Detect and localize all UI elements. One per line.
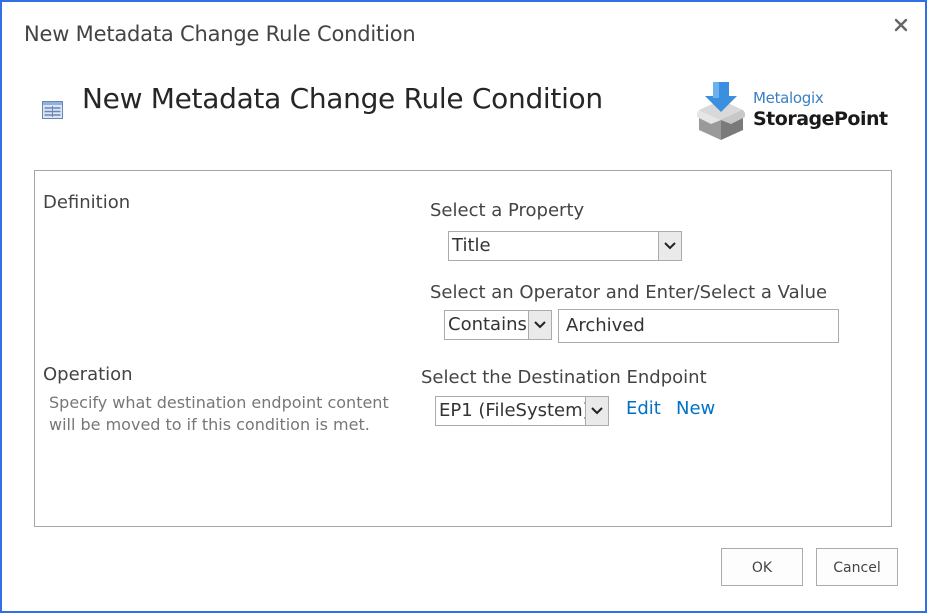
close-button[interactable] xyxy=(891,14,911,36)
endpoint-select[interactable]: EP1 (FileSystem) xyxy=(435,396,609,426)
operator-select[interactable]: Contains xyxy=(444,310,552,340)
operation-heading: Operation xyxy=(43,364,133,385)
chevron-down-icon[interactable] xyxy=(528,311,551,339)
operator-label: Select an Operator and Enter/Select a Va… xyxy=(430,282,828,303)
operation-description-line2: will be moved to if this condition is me… xyxy=(49,415,370,434)
property-label: Select a Property xyxy=(430,200,585,221)
endpoint-label: Select the Destination Endpoint xyxy=(421,367,707,388)
list-form-icon xyxy=(42,101,63,119)
endpoint-selected-value: EP1 (FileSystem) xyxy=(439,400,590,421)
property-select[interactable]: Title xyxy=(448,231,682,261)
edit-endpoint-link[interactable]: Edit xyxy=(626,398,661,419)
logo-product: StoragePoint xyxy=(753,108,888,130)
operation-description-line1: Specify what destination endpoint conten… xyxy=(49,393,389,412)
dialog-window: New Metadata Change Rule Condition New M… xyxy=(0,0,927,613)
close-icon xyxy=(894,18,908,32)
condition-value-input[interactable]: Archived xyxy=(558,309,839,343)
definition-heading: Definition xyxy=(43,192,131,213)
dialog-title: New Metadata Change Rule Condition xyxy=(24,22,416,46)
chevron-down-icon[interactable] xyxy=(585,397,608,425)
cancel-button[interactable]: Cancel xyxy=(816,548,898,586)
ok-button[interactable]: OK xyxy=(721,548,803,586)
page-title: New Metadata Change Rule Condition xyxy=(82,82,603,115)
storagepoint-logo: Metalogix StoragePoint xyxy=(697,80,888,142)
chevron-down-icon[interactable] xyxy=(658,232,681,260)
operation-description: Specify what destination endpoint conten… xyxy=(49,392,389,436)
new-endpoint-link[interactable]: New xyxy=(676,398,715,419)
operator-selected-value: Contains xyxy=(448,314,527,335)
property-selected-value: Title xyxy=(452,235,491,256)
form-panel: Definition Select a Property Title Selec… xyxy=(34,170,892,527)
logo-brand: Metalogix xyxy=(753,89,824,107)
box-download-arrow-icon xyxy=(697,82,745,140)
